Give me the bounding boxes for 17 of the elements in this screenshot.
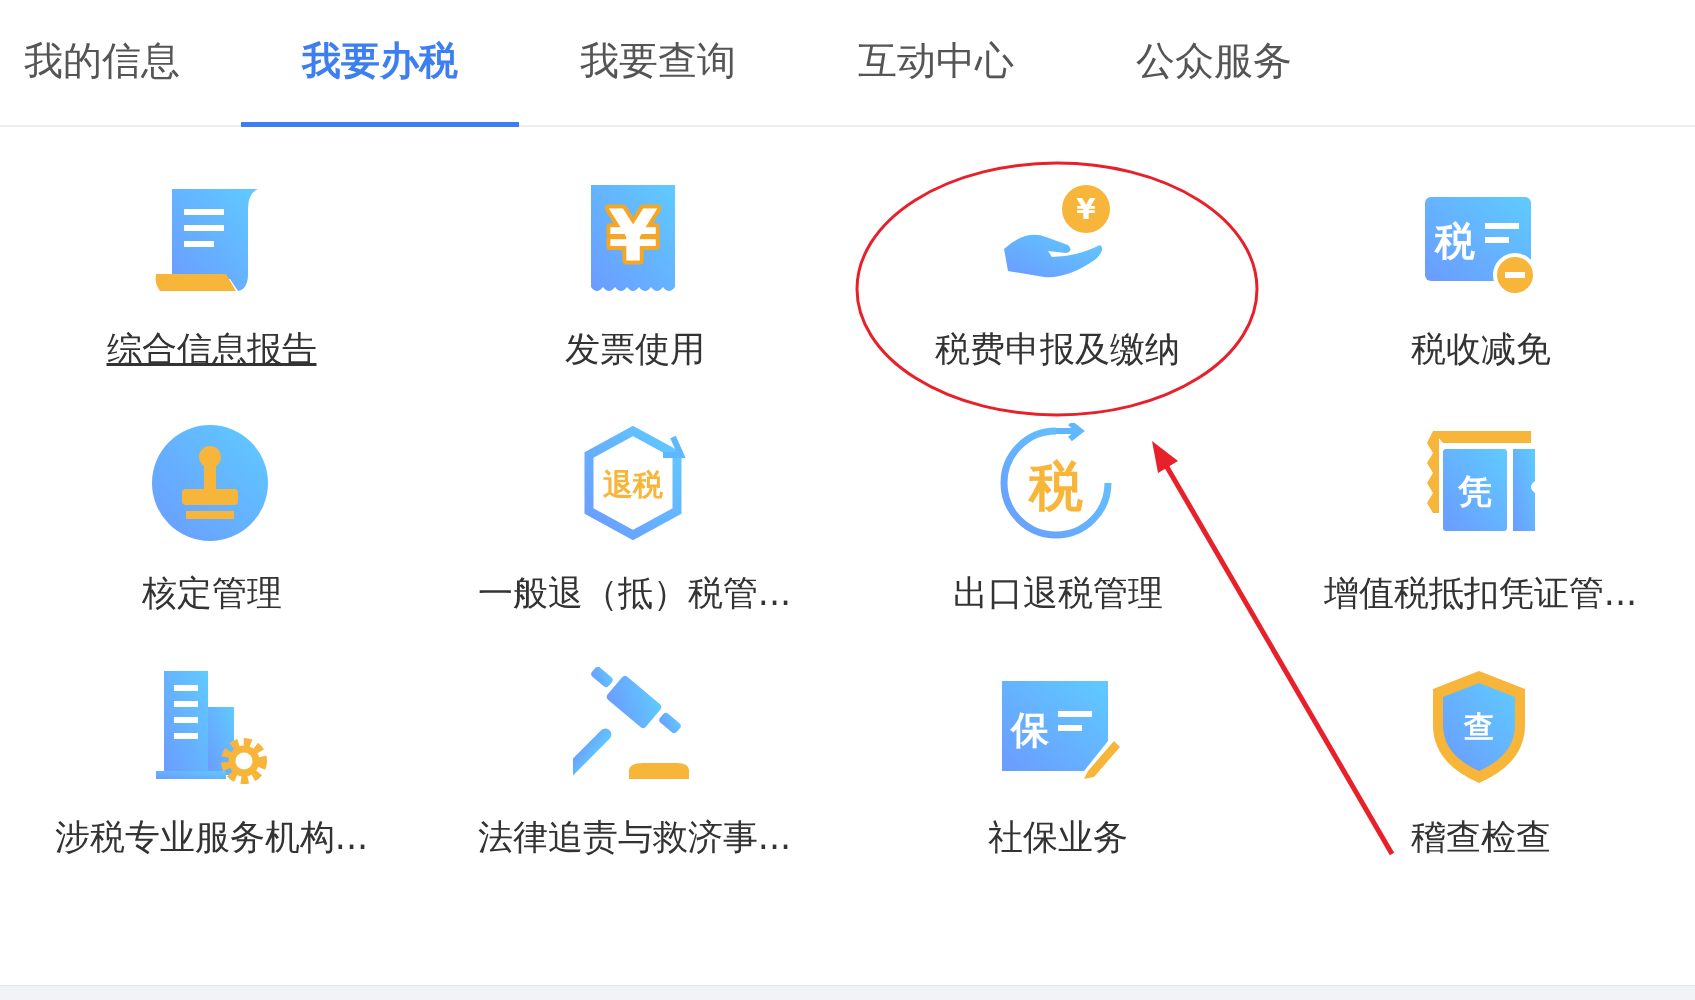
service-link[interactable]: 一般退（抵）税管... <box>477 569 792 617</box>
service-link[interactable]: 社保业务 <box>987 813 1128 861</box>
nav-tab[interactable]: 我要办税 <box>241 0 519 127</box>
service-link[interactable]: 综合信息报告 <box>106 325 317 373</box>
nav-tab[interactable]: 互动中心 <box>797 0 1075 127</box>
service-link[interactable]: 核定管理 <box>141 569 282 617</box>
service-link[interactable]: 稽查检查 <box>1410 813 1551 861</box>
service-link[interactable]: 法律追责与救济事... <box>477 813 792 861</box>
service-link[interactable]: 发票使用 <box>564 325 705 373</box>
nav-tab[interactable]: 我的信息 <box>0 0 241 127</box>
service-link[interactable]: 税收减免 <box>1410 325 1551 373</box>
service-link[interactable]: 出口退税管理 <box>952 569 1163 617</box>
service-link[interactable]: 增值税抵扣凭证管... <box>1323 569 1638 617</box>
service-link[interactable]: 税费申报及缴纳 <box>935 325 1180 373</box>
nav-tab[interactable]: 公众服务 <box>1075 0 1353 127</box>
nav-tab[interactable]: 我要查询 <box>519 0 797 127</box>
service-link[interactable]: 涉税专业服务机构... <box>54 813 369 861</box>
